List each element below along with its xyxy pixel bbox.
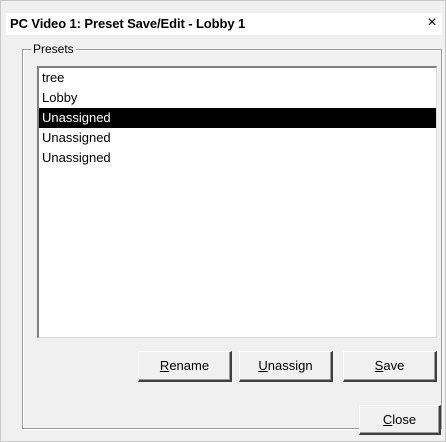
save-button[interactable]: Save [343,351,437,382]
close-accelerator: C [382,412,393,427]
preset-list-item-selected[interactable]: Unassigned [39,108,436,128]
rename-button[interactable]: Rename [138,351,232,382]
title-bar[interactable]: PC Video 1: Preset Save/Edit - Lobby 1 × [6,13,442,35]
close-label: lose [392,412,417,427]
window-title: PC Video 1: Preset Save/Edit - Lobby 1 [10,16,246,31]
presets-group-label: Presets [31,42,76,56]
unassign-label: nassign [267,358,313,373]
preset-list-item[interactable]: Unassigned [39,128,436,148]
preset-list-item[interactable]: Unassigned [39,148,436,168]
unassign-accelerator: U [258,358,268,373]
close-icon[interactable]: × [424,13,440,33]
rename-accelerator: R [159,358,170,373]
save-label: ave [383,358,405,373]
rename-label: ename [169,358,210,373]
unassign-button[interactable]: Unassign [239,351,333,382]
preset-list-item[interactable]: Lobby [39,88,436,108]
presets-list[interactable]: tree Lobby Unassigned Unassigned Unassig… [37,66,437,338]
preset-list-item[interactable]: tree [39,68,436,88]
close-button[interactable]: Close [359,405,441,435]
dialog-body: Presets tree Lobby Unassigned Unassigned… [6,35,442,439]
preset-dialog: PC Video 1: Preset Save/Edit - Lobby 1 ×… [0,0,446,442]
